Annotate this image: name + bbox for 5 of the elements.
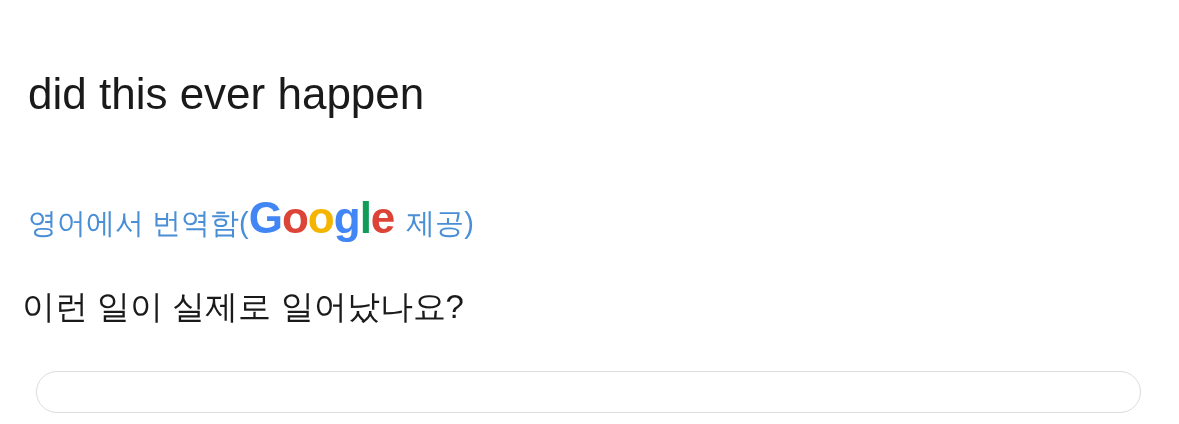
translation-label[interactable]: 제공) xyxy=(406,201,474,245)
translated-text: 이런 일이 실제로 일어났나요? xyxy=(22,287,465,327)
translation-label[interactable]: 영어에서 번역함( xyxy=(28,201,249,245)
post-text: did this ever happen xyxy=(28,68,426,120)
google-logo: Google xyxy=(248,196,395,240)
